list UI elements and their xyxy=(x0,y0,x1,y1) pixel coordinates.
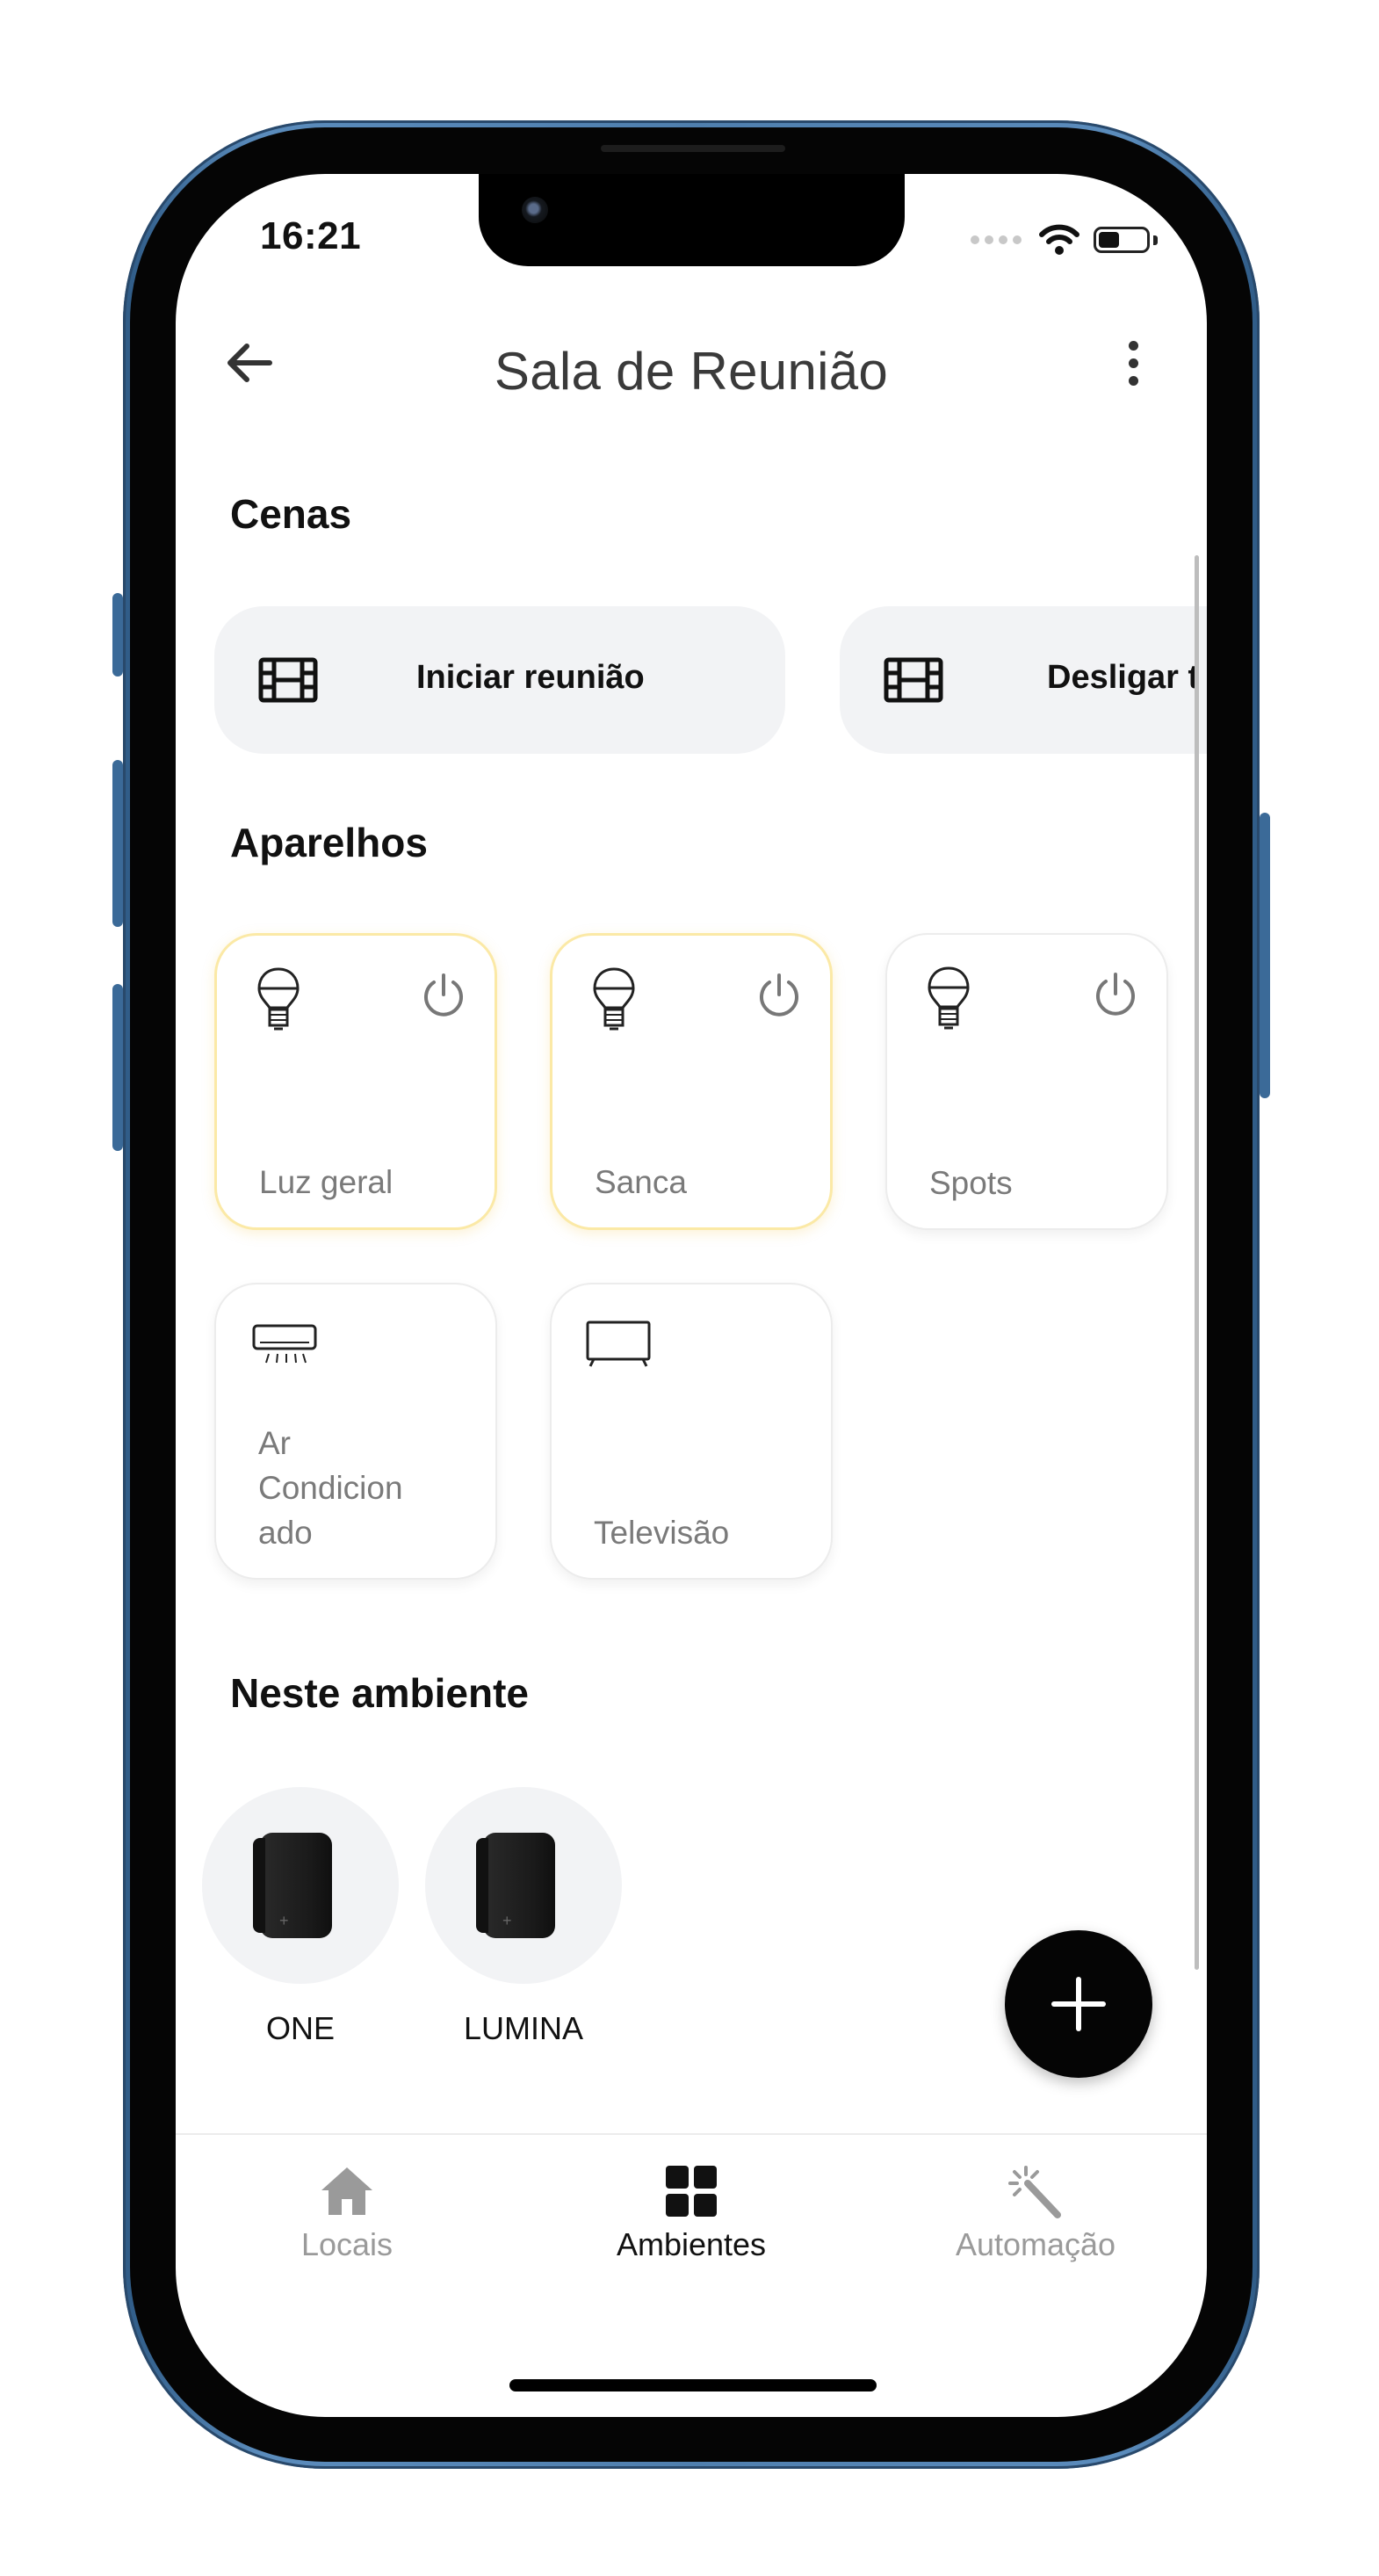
room-item-one[interactable]: + ONE xyxy=(202,1787,399,2047)
page-title: Sala de Reunião xyxy=(494,342,889,401)
wifi-icon xyxy=(1039,224,1079,255)
grid-icon xyxy=(666,2166,717,2217)
light-bulb-icon xyxy=(257,967,300,1031)
device-card-televisao[interactable]: Televisão xyxy=(550,1283,833,1580)
status-icons xyxy=(971,223,1173,258)
device-label: Sanca xyxy=(595,1164,687,1200)
home-icon xyxy=(321,2167,372,2215)
nav-item-ambientes[interactable]: Ambientes xyxy=(560,2160,823,2263)
device-card-luz-geral[interactable]: Luz geral xyxy=(214,933,497,1230)
device-card-ar-condicionado[interactable]: Ar Condicion ado xyxy=(214,1283,497,1580)
air-conditioner-icon xyxy=(252,1324,317,1364)
tv-icon xyxy=(586,1321,651,1367)
device-label: Televisão xyxy=(594,1515,730,1551)
mute-switch xyxy=(112,593,123,677)
scene-card-iniciar-reuniao[interactable]: Iniciar reunião xyxy=(214,606,785,754)
nav-item-automacao[interactable]: Automação xyxy=(904,2160,1167,2263)
more-vertical-icon xyxy=(1128,340,1138,351)
device-label: Spots xyxy=(929,1165,1013,1201)
device-box-icon: + xyxy=(476,1833,555,1938)
rooms-title: Neste ambiente xyxy=(230,1670,530,1716)
bottom-nav: Locais Ambientes Automação xyxy=(176,2133,1207,2319)
power-toggle-icon[interactable] xyxy=(419,971,468,1020)
power-button xyxy=(1260,813,1270,1098)
add-fab-button[interactable] xyxy=(1005,1930,1152,2078)
nav-label: Automação xyxy=(955,2226,1116,2262)
scene-label: Iniciar reunião xyxy=(416,659,645,696)
battery-icon xyxy=(1094,227,1150,253)
light-bulb-icon xyxy=(928,966,970,1030)
device-label: Ar Condicion ado xyxy=(258,1425,403,1551)
device-card-sanca[interactable]: Sanca xyxy=(550,933,833,1230)
speaker-grille xyxy=(601,145,785,152)
room-label: ONE xyxy=(265,2010,335,2046)
light-bulb-icon xyxy=(593,967,635,1031)
film-icon xyxy=(884,657,943,703)
scene-card-desligar[interactable]: Desligar t xyxy=(840,606,1207,754)
device-label: Luz geral xyxy=(259,1164,393,1200)
magic-wand-icon xyxy=(1008,2166,1061,2218)
nav-label: Ambientes xyxy=(616,2226,767,2262)
power-toggle-icon[interactable] xyxy=(1091,970,1140,1019)
plus-icon xyxy=(1051,1977,1106,2031)
room-avatar: + xyxy=(425,1787,622,1984)
power-toggle-icon[interactable] xyxy=(754,971,804,1020)
battery-cap xyxy=(1153,235,1158,245)
room-item-lumina[interactable]: + LUMINA xyxy=(425,1787,622,2047)
signal-dots-icon xyxy=(971,235,1022,244)
volume-up-button xyxy=(112,760,123,927)
home-indicator[interactable] xyxy=(509,2379,877,2391)
room-label: LUMINA xyxy=(463,2010,584,2046)
nav-label: Locais xyxy=(300,2226,393,2262)
more-options-button[interactable] xyxy=(1115,332,1151,394)
front-camera xyxy=(522,197,548,223)
device-box-icon: + xyxy=(253,1833,332,1938)
nav-item-locais[interactable]: Locais xyxy=(215,2160,479,2263)
device-card-spots[interactable]: Spots xyxy=(885,933,1168,1230)
app-header: Sala de Reunião xyxy=(176,306,1207,420)
volume-down-button xyxy=(112,984,123,1151)
room-avatar: + xyxy=(202,1787,399,1984)
status-time: 16:21 xyxy=(260,214,362,257)
scene-label: Desligar t xyxy=(1047,659,1200,696)
devices-title: Aparelhos xyxy=(230,820,428,865)
scrollbar[interactable] xyxy=(1195,555,1199,1970)
app-screen: 16:21 Sala de Reunião Cenas Iniciar reun… xyxy=(176,174,1207,2417)
scenes-title: Cenas xyxy=(230,491,352,537)
film-icon xyxy=(258,657,318,703)
